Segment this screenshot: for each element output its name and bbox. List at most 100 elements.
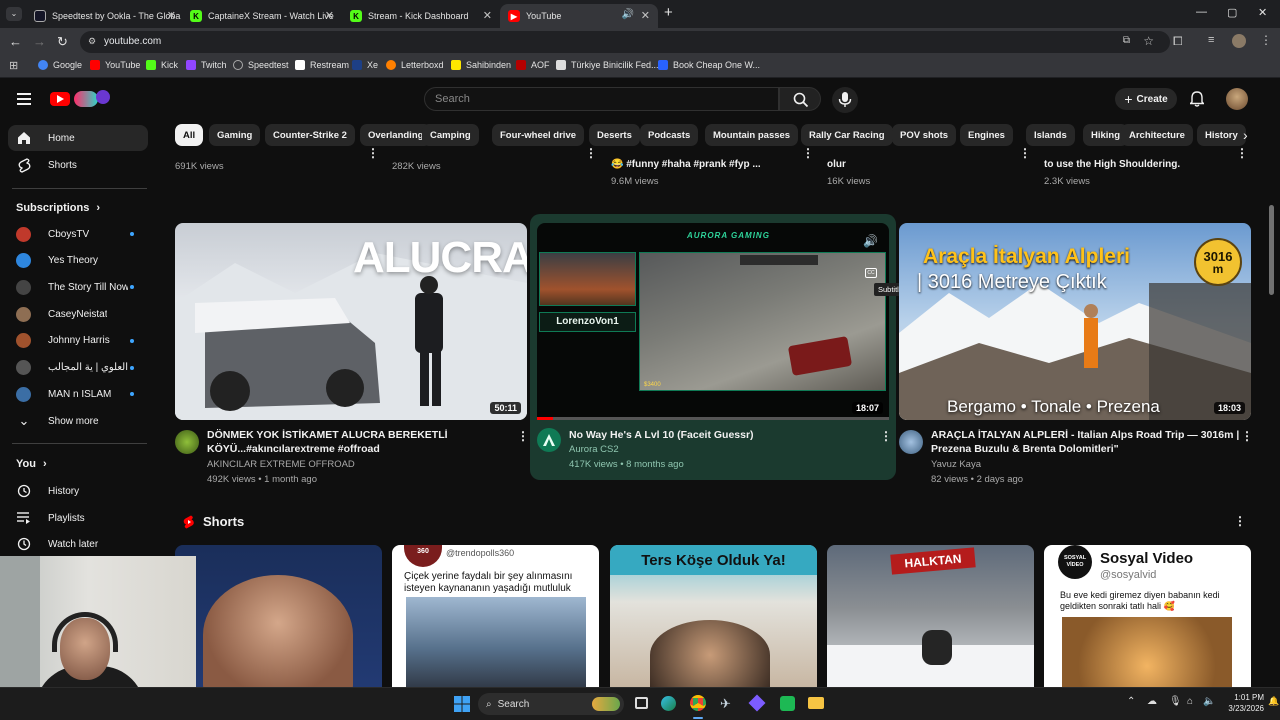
video-preview-player[interactable]: AURORA GAMING LorenzoVon1 $3400 🔊 CC 18:… — [537, 223, 889, 420]
speaker-icon[interactable]: 🔊 — [622, 9, 634, 20]
chip-rally-car-racing[interactable]: Rally Car Racing — [801, 124, 893, 146]
apps-grid-icon[interactable]: ⊞ — [9, 59, 18, 72]
subscriptions-heading[interactable]: Subscriptions › — [16, 202, 100, 214]
sidebar-item-home[interactable]: Home — [8, 125, 148, 151]
sidebar-subscription-item[interactable]: بدر العلوي | ية المجالب — [8, 355, 148, 381]
forward-icon[interactable]: → — [33, 34, 46, 49]
chip-islands[interactable]: Islands — [1026, 124, 1075, 146]
address-bar[interactable]: ⚙ youtube.com ⧉ ☆ — [80, 31, 1170, 53]
youtube-logo[interactable] — [50, 90, 112, 108]
minimize-icon[interactable]: — — [1196, 6, 1207, 18]
bookmark-binicilik[interactable]: Türkiye Binicilik Fed... — [556, 60, 659, 70]
app-icon-purple[interactable] — [748, 694, 766, 712]
bookmark-youtube[interactable]: YouTube — [90, 60, 140, 70]
notification-center-icon[interactable]: 🔔 — [1268, 696, 1279, 707]
tray-mic-icon[interactable]: 🎙 — [1169, 696, 1182, 707]
tray-cloud-icon[interactable]: ☁ — [1147, 696, 1157, 707]
channel-avatar[interactable] — [175, 430, 199, 454]
chrome-icon[interactable] — [690, 695, 706, 711]
chip-all[interactable]: All — [175, 124, 204, 146]
media-controls-icon[interactable]: ≡ — [1208, 34, 1214, 46]
edge-icon[interactable] — [661, 696, 676, 711]
channel-avatar[interactable] — [537, 428, 561, 452]
channel-name[interactable]: Aurora CS2 — [569, 443, 619, 457]
chip-history[interactable]: History — [1197, 124, 1246, 146]
url-text[interactable]: youtube.com — [104, 36, 161, 47]
page-scrollbar-thumb[interactable] — [1269, 205, 1274, 295]
subtitles-icon[interactable]: CC — [865, 268, 877, 278]
more-options-icon[interactable]: ⋮ — [1234, 514, 1246, 528]
more-options-icon[interactable]: ⋮ — [517, 429, 529, 443]
video-title[interactable]: ARAÇLA İTALYAN ALPLERİ - Italian Alps Ro… — [931, 428, 1239, 456]
chip-four-wheel-drive[interactable]: Four-wheel drive — [492, 124, 585, 146]
chip-podcasts[interactable]: Podcasts — [640, 124, 699, 146]
short-card[interactable] — [175, 545, 382, 687]
sidebar-subscription-item[interactable]: MAN n ISLAM — [8, 381, 148, 407]
chip-mountain-passes[interactable]: Mountain passes — [705, 124, 799, 146]
close-icon[interactable]: ✕ — [483, 9, 492, 22]
chip-camping[interactable]: Camping — [422, 124, 479, 146]
show-more-button[interactable]: ⌄ Show more — [8, 408, 148, 434]
sidebar-item-watch-later[interactable]: Watch later — [8, 531, 148, 557]
browser-tab-captainex[interactable]: K CaptaineX Stream - Watch Live ✕ — [182, 4, 342, 28]
sidebar-subscription-item[interactable]: The Story Till Now — [8, 274, 148, 300]
browser-tab-speedtest[interactable]: Speedtest by Ookla - The Globa ✕ — [26, 4, 184, 28]
you-heading[interactable]: You › — [16, 458, 47, 470]
more-options-icon[interactable]: ⋮ — [880, 429, 892, 443]
more-options-icon[interactable]: ⋮ — [1019, 146, 1031, 160]
bookmark-google[interactable]: Google — [38, 60, 82, 70]
create-button[interactable]: + Create — [1115, 88, 1177, 110]
sidebar-subscription-item[interactable]: CboysTV — [8, 221, 148, 247]
more-options-icon[interactable]: ⋮ — [585, 146, 597, 160]
hamburger-menu-icon[interactable] — [17, 93, 31, 105]
bookmark-letterboxd[interactable]: Letterboxd — [386, 60, 444, 70]
chip-engines[interactable]: Engines — [960, 124, 1013, 146]
cast-icon[interactable]: ⧉ — [1123, 35, 1130, 46]
bookmark-restream[interactable]: Restream — [295, 60, 349, 70]
channel-name[interactable]: AKINCILAR EXTREME OFFROAD — [207, 458, 355, 472]
video-thumbnail[interactable]: ALUCRA 50:11 — [175, 223, 527, 420]
search-button[interactable] — [779, 87, 821, 111]
reload-icon[interactable]: ↻ — [57, 34, 68, 50]
tab-search-icon[interactable]: ⌄ — [6, 7, 22, 21]
taskbar-clock[interactable]: 1:01 PM 3/23/2026 — [1222, 692, 1264, 714]
task-view-icon[interactable] — [635, 697, 648, 709]
video-title[interactable]: olur — [827, 159, 846, 170]
bookmark-aof[interactable]: AOF — [516, 60, 550, 70]
tray-network-icon[interactable]: ⌂ — [1187, 696, 1193, 707]
restore-icon[interactable]: ▢ — [1227, 6, 1237, 19]
app-icon-green[interactable] — [780, 696, 795, 711]
window-close-icon[interactable]: ✕ — [1258, 6, 1267, 19]
file-explorer-icon[interactable] — [808, 697, 824, 709]
short-card[interactable]: Ters Köşe Olduk Ya! — [610, 545, 817, 687]
profile-avatar[interactable] — [1232, 34, 1246, 48]
sidebar-item-playlists[interactable]: Playlists — [8, 505, 148, 531]
site-info-icon[interactable]: ⚙ — [88, 36, 96, 47]
short-card[interactable]: 360 @trendopolls360 Çiçek yerine faydalı… — [392, 545, 599, 687]
more-options-icon[interactable]: ⋮ — [1236, 146, 1248, 160]
chevron-up-icon[interactable]: ⌃ — [1127, 696, 1135, 707]
chip-architecture[interactable]: Architecture — [1121, 124, 1193, 146]
sidebar-item-shorts[interactable]: Shorts — [8, 152, 148, 178]
chip-overlanding[interactable]: Overlanding — [360, 124, 432, 146]
channel-avatar[interactable] — [899, 430, 923, 454]
steam-icon[interactable]: ✈ — [720, 696, 731, 712]
sidebar-item-history[interactable]: History — [8, 478, 148, 504]
tray-volume-icon[interactable]: 🔈 — [1203, 696, 1215, 707]
more-options-icon[interactable]: ⋮ — [802, 146, 814, 160]
chip-deserts[interactable]: Deserts — [589, 124, 640, 146]
bookmark-sahibinden[interactable]: Sahibinden — [451, 60, 511, 70]
browser-tab-kick-dashboard[interactable]: K Stream - Kick Dashboard ✕ — [342, 4, 500, 28]
close-icon[interactable]: ✕ — [641, 9, 650, 22]
volume-icon[interactable]: 🔊 — [863, 234, 878, 248]
chip-counter-strike-2[interactable]: Counter-Strike 2 — [265, 124, 355, 146]
browser-menu-icon[interactable]: ⋮ — [1260, 33, 1272, 47]
close-icon[interactable]: ✕ — [325, 9, 334, 22]
sidebar-subscription-item[interactable]: CaseyNeistat — [8, 301, 148, 327]
more-options-icon[interactable]: ⋮ — [367, 146, 379, 160]
bookmark-xe[interactable]: Xe — [352, 60, 378, 70]
account-avatar[interactable] — [1226, 88, 1248, 110]
video-title[interactable]: to use the High Shouldering. — [1044, 159, 1180, 170]
bookmark-star-icon[interactable]: ☆ — [1143, 34, 1154, 48]
chip-pov-shots[interactable]: POV shots — [892, 124, 957, 146]
